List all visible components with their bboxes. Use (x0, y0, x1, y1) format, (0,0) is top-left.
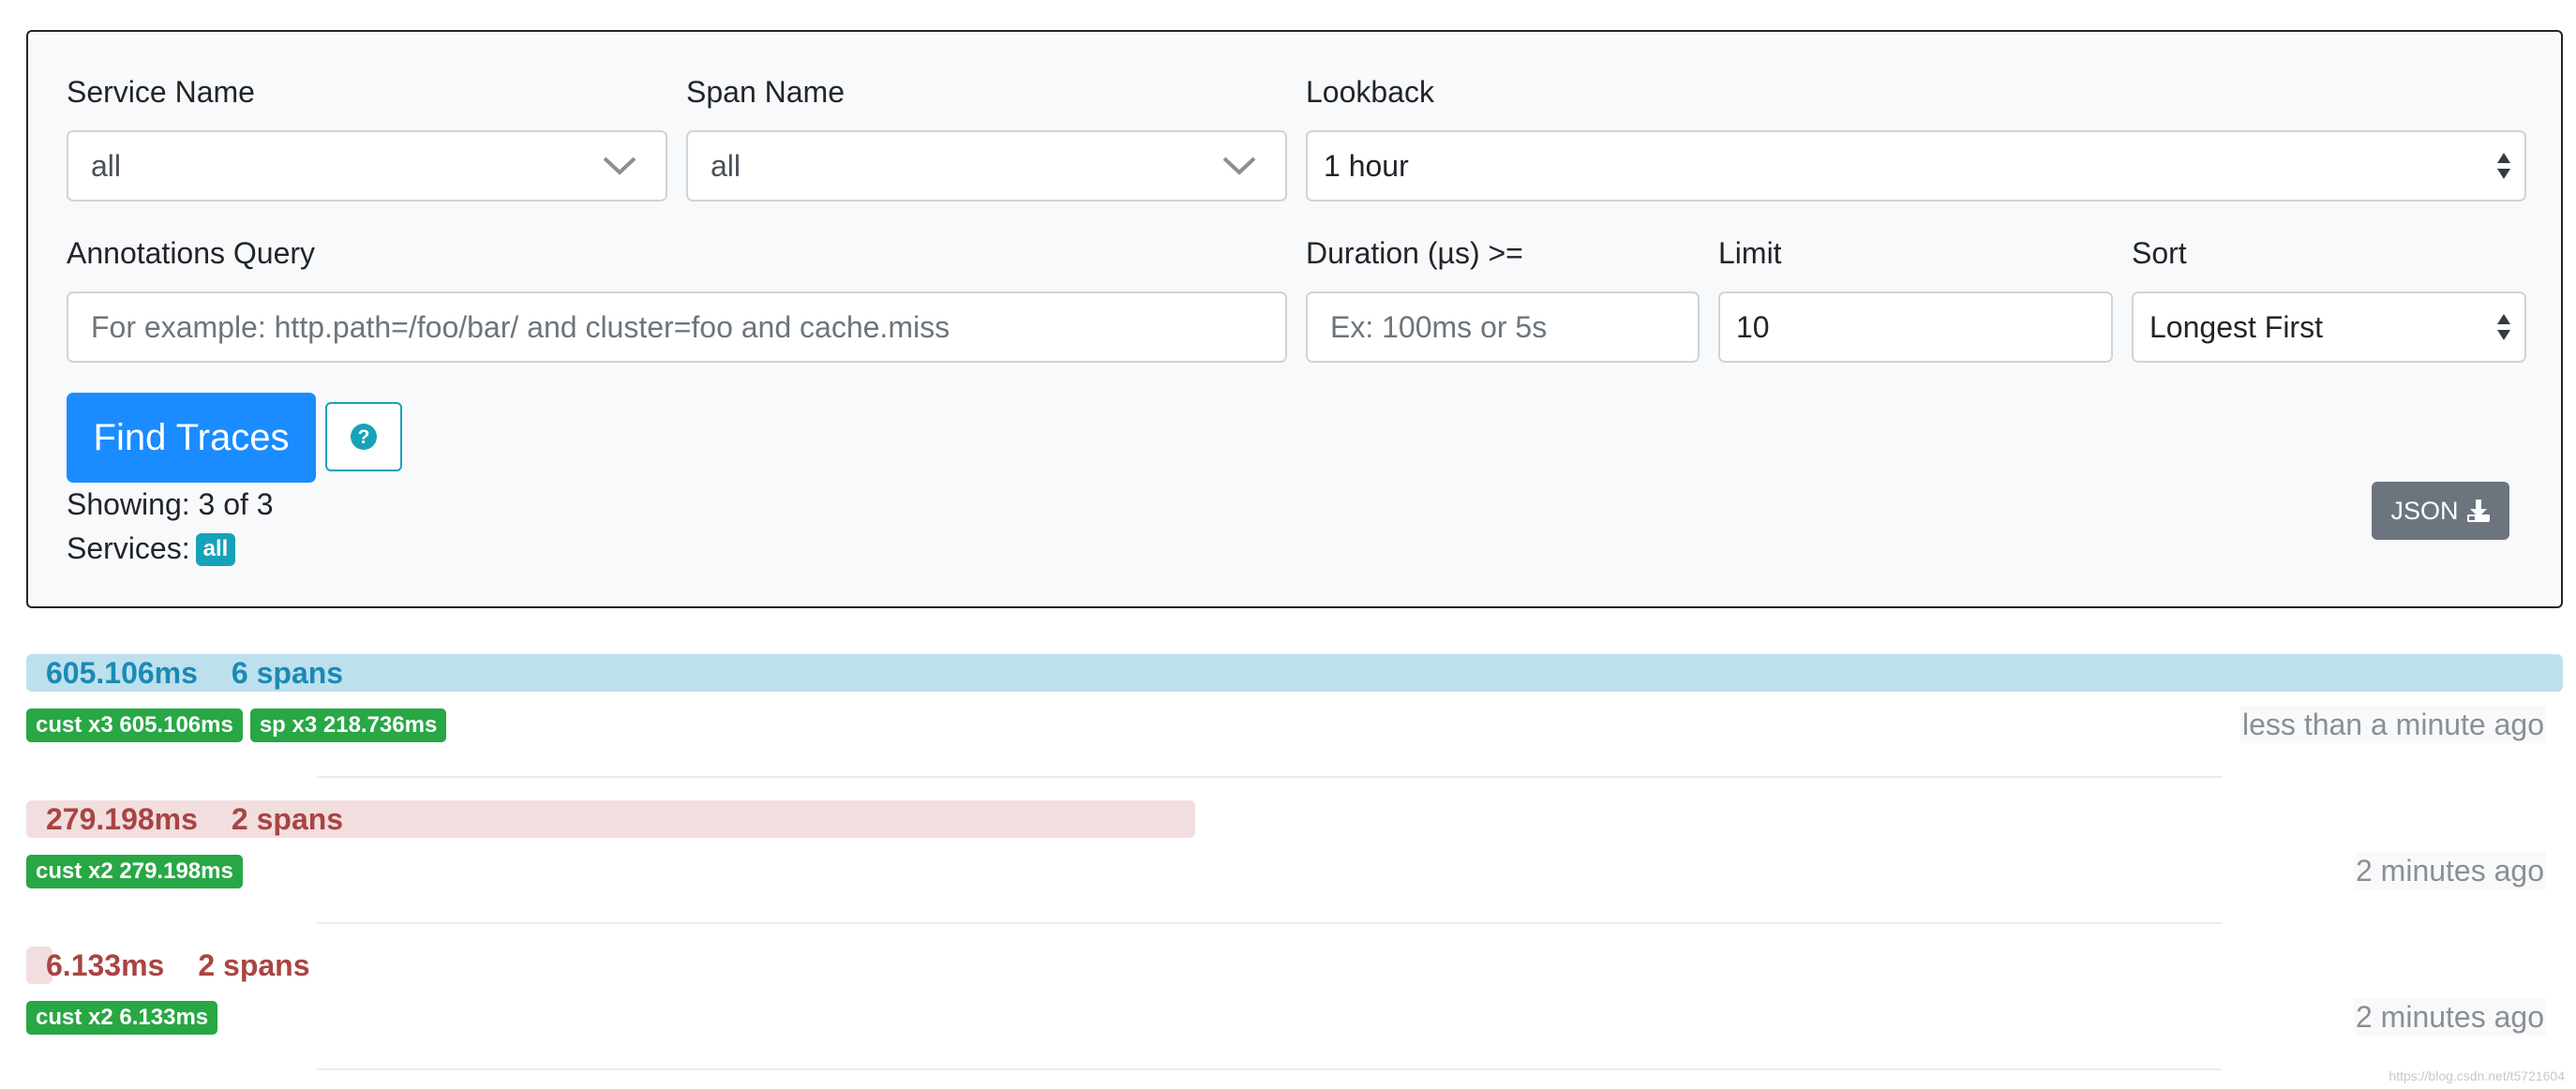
services-label: Services: (67, 531, 190, 565)
json-download-button[interactable]: JSON (2372, 482, 2509, 540)
services-filter: Services: all (67, 531, 236, 566)
trace-row[interactable]: 605.106ms 6 spans cust x3 605.106ms sp x3 2… (26, 654, 2563, 757)
download-icon (2466, 500, 2490, 522)
trace-summary: 605.106ms 6 spans (46, 654, 343, 692)
chevron-down-icon (1222, 157, 1256, 175)
trace-timestamp: less than a minute ago (2240, 706, 2546, 743)
trace-row[interactable]: 6.133ms 2 spans cust x2 6.133ms 2 minutes a… (26, 947, 2563, 1050)
trace-span-count: 2 spans (231, 802, 344, 836)
trace-divider (317, 776, 2222, 778)
span-name-select[interactable]: all (686, 130, 1287, 201)
trace-duration: 6.133ms (46, 948, 165, 982)
service-duration-badge: cust x2 6.133ms (26, 1001, 218, 1035)
service-duration-badge: cust x3 605.106ms (26, 709, 243, 742)
sort-value: Longest First (2149, 309, 2323, 344)
question-circle-icon: ? (351, 424, 377, 450)
trace-row[interactable]: 279.198ms 2 spans cust x2 279.198ms 2 minut… (26, 800, 2563, 903)
lookback-value: 1 hour (1324, 148, 1409, 183)
annotations-placeholder: For example: http.path=/foo/bar/ and clu… (91, 309, 951, 344)
lookback-label: Lookback (1306, 75, 1434, 109)
service-badges: cust x3 605.106ms sp x3 218.736ms (26, 709, 447, 742)
trace-duration-bar (26, 654, 2563, 692)
svg-text:?: ? (358, 426, 370, 448)
trace-span-count: 6 spans (231, 656, 344, 690)
limit-label: Limit (1718, 236, 1782, 270)
lookback-select[interactable]: 1 hour (1306, 130, 2526, 201)
service-badges: cust x2 6.133ms (26, 1001, 218, 1035)
select-arrows-icon (2497, 153, 2510, 179)
duration-label: Duration (µs) >= (1306, 236, 1523, 270)
search-panel: Service Name all Span Name all Lookback … (26, 30, 2563, 608)
duration-placeholder: Ex: 100ms or 5s (1330, 309, 1548, 344)
json-button-label: JSON (2390, 496, 2459, 525)
trace-span-count: 2 spans (198, 948, 310, 982)
trace-summary: 279.198ms 2 spans (46, 800, 343, 838)
trace-divider (317, 922, 2222, 924)
trace-timestamp: 2 minutes ago (2353, 998, 2546, 1036)
chevron-down-icon (603, 157, 637, 175)
services-badge[interactable]: all (195, 533, 236, 566)
span-name-value: all (711, 148, 741, 183)
limit-value: 10 (1736, 309, 1770, 344)
service-name-value: all (91, 148, 122, 183)
service-name-label: Service Name (67, 75, 255, 109)
trace-divider (317, 1068, 2222, 1070)
annotations-input[interactable]: For example: http.path=/foo/bar/ and clu… (67, 291, 1287, 363)
service-name-select[interactable]: all (67, 130, 667, 201)
sort-select[interactable]: Longest First (2132, 291, 2526, 363)
limit-input[interactable]: 10 (1718, 291, 2113, 363)
service-duration-badge: sp x3 218.736ms (249, 709, 447, 742)
trace-summary: 6.133ms 2 spans (46, 947, 310, 984)
showing-count: Showing: 3 of 3 (67, 487, 274, 521)
help-button[interactable]: ? (325, 402, 402, 471)
duration-input[interactable]: Ex: 100ms or 5s (1306, 291, 1700, 363)
service-duration-badge: cust x2 279.198ms (26, 855, 243, 888)
trace-duration: 279.198ms (46, 802, 198, 836)
trace-timestamp: 2 minutes ago (2353, 852, 2546, 889)
service-badges: cust x2 279.198ms (26, 855, 243, 888)
watermark: https://blog.csdn.net/t5721604 (2389, 1068, 2565, 1083)
trace-duration: 605.106ms (46, 656, 198, 690)
span-name-label: Span Name (686, 75, 845, 109)
annotations-label: Annotations Query (67, 236, 316, 270)
find-traces-button[interactable]: Find Traces (67, 393, 316, 483)
select-arrows-icon (2497, 314, 2510, 340)
sort-label: Sort (2132, 236, 2187, 270)
